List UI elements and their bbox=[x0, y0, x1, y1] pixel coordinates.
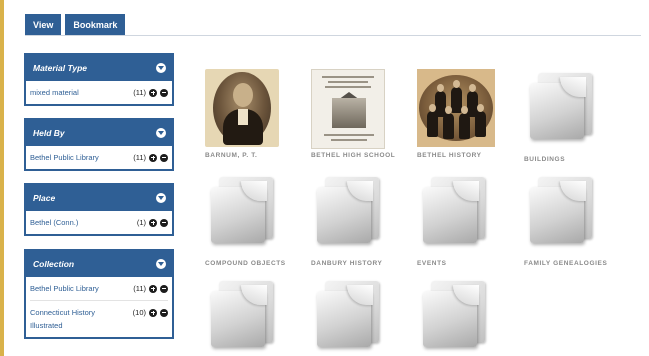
folder-icon[interactable] bbox=[423, 281, 485, 347]
facet-item: mixed material (11) bbox=[30, 81, 168, 104]
collapse-icon[interactable] bbox=[156, 259, 166, 269]
gallery-item[interactable]: BUILDINGS bbox=[524, 69, 614, 164]
add-filter-icon[interactable] bbox=[149, 308, 157, 317]
gallery-item[interactable]: COMPOUND OBJECTS bbox=[205, 173, 295, 268]
folder-icon[interactable] bbox=[530, 177, 592, 243]
facet-material-type: Material Type mixed material (11) bbox=[24, 53, 174, 106]
gallery-item[interactable]: BETHEL HISTORY bbox=[417, 69, 507, 160]
folder-icon[interactable] bbox=[211, 177, 273, 243]
collapse-icon[interactable] bbox=[156, 128, 166, 138]
gallery-caption[interactable]: BARNUM, P. T. bbox=[205, 152, 295, 160]
folder-icon[interactable] bbox=[211, 281, 273, 347]
remove-filter-icon[interactable] bbox=[160, 88, 168, 97]
portrait-photo[interactable] bbox=[205, 69, 279, 147]
facet-title: Held By bbox=[33, 128, 65, 138]
facet-item: Bethel (Conn.) (1) bbox=[30, 211, 168, 234]
folder-icon[interactable] bbox=[317, 177, 379, 243]
facet-title: Material Type bbox=[33, 63, 88, 73]
gallery-caption[interactable]: COMPOUND OBJECTS bbox=[205, 260, 295, 268]
facet-item-link[interactable]: Bethel (Conn.) bbox=[30, 216, 78, 229]
gallery-item[interactable]: FAMILY GENEALOGIES bbox=[524, 173, 614, 268]
left-accent-strip bbox=[0, 0, 4, 356]
remove-filter-icon[interactable] bbox=[160, 218, 168, 227]
document-photo[interactable] bbox=[311, 69, 385, 149]
gallery-caption[interactable]: BUILDINGS bbox=[524, 156, 614, 164]
group-photo[interactable] bbox=[417, 69, 495, 147]
facet-header[interactable]: Held By bbox=[26, 120, 172, 146]
facet-item-count: (11) bbox=[133, 88, 146, 97]
folder-icon[interactable] bbox=[317, 281, 379, 347]
gallery-caption[interactable]: BETHEL HIGH SCHOOL bbox=[311, 152, 401, 160]
view-tabs: View Bookmark bbox=[25, 14, 126, 35]
gallery-item[interactable]: DANBURY HISTORY bbox=[311, 173, 401, 268]
tab-bookmark[interactable]: Bookmark bbox=[65, 14, 126, 35]
remove-filter-icon[interactable] bbox=[160, 284, 168, 293]
gallery-item[interactable]: BARNUM, P. T. bbox=[205, 69, 295, 160]
tab-divider bbox=[25, 35, 641, 36]
gallery-caption[interactable]: FAMILY GENEALOGIES bbox=[524, 260, 614, 268]
add-filter-icon[interactable] bbox=[149, 218, 157, 227]
remove-filter-icon[interactable] bbox=[160, 153, 168, 162]
add-filter-icon[interactable] bbox=[149, 153, 157, 162]
facet-header[interactable]: Place bbox=[26, 185, 172, 211]
gallery-caption[interactable]: EVENTS bbox=[417, 260, 507, 268]
facet-item-link[interactable]: Connecticut History Illustrated bbox=[30, 306, 126, 332]
facet-place: Place Bethel (Conn.) (1) bbox=[24, 183, 174, 236]
folder-icon[interactable] bbox=[530, 73, 592, 139]
facet-item-count: (11) bbox=[133, 153, 146, 162]
facet-title: Place bbox=[33, 193, 56, 203]
facet-item: Connecticut History Illustrated (10) bbox=[30, 300, 168, 337]
facet-item-count: (10) bbox=[132, 308, 146, 317]
gallery-caption[interactable]: BETHEL HISTORY bbox=[417, 152, 507, 160]
facet-held-by: Held By Bethel Public Library (11) bbox=[24, 118, 174, 171]
gallery-caption[interactable]: DANBURY HISTORY bbox=[311, 260, 401, 268]
facet-item-link[interactable]: Bethel Public Library bbox=[30, 282, 99, 295]
collapse-icon[interactable] bbox=[156, 63, 166, 73]
gallery-item[interactable]: EVENTS bbox=[417, 173, 507, 268]
facet-item-count: (1) bbox=[136, 218, 146, 227]
gallery-item[interactable] bbox=[417, 277, 507, 356]
add-filter-icon[interactable] bbox=[149, 88, 157, 97]
gallery-item[interactable] bbox=[311, 277, 401, 356]
facet-item-link[interactable]: Bethel Public Library bbox=[30, 151, 99, 164]
facet-item: Bethel Public Library (11) bbox=[30, 146, 168, 169]
tab-view[interactable]: View bbox=[25, 14, 62, 35]
facet-item-count: (11) bbox=[133, 284, 146, 293]
folder-icon[interactable] bbox=[423, 177, 485, 243]
facet-header[interactable]: Material Type bbox=[26, 55, 172, 81]
gallery-item[interactable]: BETHEL HIGH SCHOOL bbox=[311, 69, 401, 160]
add-filter-icon[interactable] bbox=[149, 284, 157, 293]
gallery-item[interactable] bbox=[205, 277, 295, 356]
facet-item: Bethel Public Library (11) bbox=[30, 277, 168, 300]
facet-header[interactable]: Collection bbox=[26, 251, 172, 277]
collapse-icon[interactable] bbox=[156, 193, 166, 203]
facet-title: Collection bbox=[33, 259, 75, 269]
facet-item-link[interactable]: mixed material bbox=[30, 86, 79, 99]
remove-filter-icon[interactable] bbox=[160, 308, 168, 317]
facet-collection: Collection Bethel Public Library (11) Co… bbox=[24, 249, 174, 339]
